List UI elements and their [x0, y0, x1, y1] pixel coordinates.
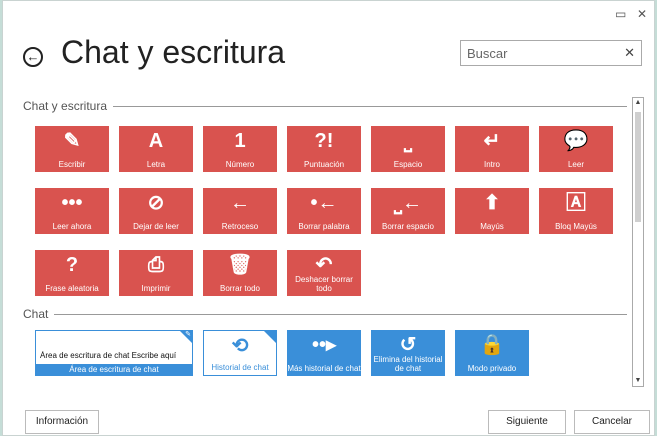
tile-label: Imprimir [141, 284, 171, 293]
backspace-arrow-icon: ← [230, 192, 250, 214]
more-history-icon: ••▸ [311, 334, 337, 356]
tile-label: Bloq Mayús [555, 222, 597, 231]
clear-search-icon[interactable]: ✕ [624, 45, 635, 61]
tile-history[interactable]: ⟲ Historial de chat [203, 330, 277, 376]
cancel-button[interactable]: Cancelar [574, 410, 650, 434]
tile-letter[interactable]: A Letra [119, 126, 193, 172]
tile-question[interactable]: ? Frase aleatoria [35, 250, 109, 296]
section-title: Chat [23, 307, 49, 321]
tile-printer[interactable]: ⎙ Imprimir [119, 250, 193, 296]
tile-delete-space[interactable]: ⎵← Borrar espacio [371, 188, 445, 234]
minimize-icon[interactable]: ▭ [615, 7, 626, 21]
tile-delete-history[interactable]: ↺ Elimina del historial de chat [371, 330, 445, 376]
tile-label: Intro [483, 160, 500, 169]
tile-undo-trash[interactable]: ↶ Deshacer borrar todo [287, 250, 361, 296]
tile-label: Letra [146, 160, 166, 169]
shift-icon: ⬆ [483, 192, 501, 214]
tile-number[interactable]: 1 Número [203, 126, 277, 172]
section-title: Chat y escritura [23, 99, 108, 113]
tile-label: Frase aleatoria [45, 284, 99, 293]
speech-bubble-icon: 💬 [563, 130, 589, 152]
question-icon: ? [65, 254, 79, 276]
scroll-thumb[interactable] [635, 112, 641, 222]
section-divider [113, 105, 627, 107]
tile-label: Borrar palabra [298, 222, 350, 231]
tile-label: Leer ahora [52, 222, 92, 231]
tile-trash[interactable]: 🗑 Borrar todo [203, 250, 277, 296]
tile-label: Borrar espacio [381, 222, 435, 231]
tile-enter[interactable]: ↵ Intro [455, 126, 529, 172]
settings-window: ▭ ✕ ← Chat y escritura ✕ Chat y escritur… [2, 0, 655, 436]
scroll-down-icon[interactable]: ▼ [633, 376, 643, 386]
printer-icon: ⎙ [148, 254, 164, 276]
tile-label: Puntuación [303, 160, 345, 169]
tile-label: Dejar de leer [133, 222, 179, 231]
tile-label: Área de escritura de chat [36, 364, 192, 375]
tile-label: Espacio [393, 160, 423, 169]
tile-stop-speech[interactable]: ⊘ Dejar de leer [119, 188, 193, 234]
trash-icon: 🗑 [227, 254, 253, 276]
tile-shift[interactable]: ⬆ Mayús [455, 188, 529, 234]
tile-label: Modo privado [467, 364, 517, 373]
tile-delete-word[interactable]: •← Borrar palabra [287, 188, 361, 234]
delete-word-icon: •← [310, 192, 338, 214]
tile-space[interactable]: ⎵ Espacio [371, 126, 445, 172]
pencil-icon: ✎ [185, 331, 191, 338]
tile-label: Deshacer borrar todo [295, 275, 353, 293]
number-icon: 1 [234, 130, 246, 152]
tile-speech-bubble[interactable]: 💬 Leer [539, 126, 613, 172]
tile-backspace-arrow[interactable]: ← Retroceso [203, 188, 277, 234]
speech-dots-icon: ••• [61, 192, 83, 214]
tile-label: Escribir [58, 160, 86, 169]
caps-lock-icon: 🄰 [566, 192, 586, 214]
close-window-icon[interactable]: ✕ [637, 7, 647, 21]
tile-corner [264, 331, 276, 343]
undo-trash-icon: ↶ [315, 254, 333, 276]
tile-punctuation[interactable]: ?! Puntuación [287, 126, 361, 172]
tile-label: Mayús [480, 222, 504, 231]
punctuation-icon: ?! [314, 130, 334, 152]
vertical-scrollbar[interactable]: ▲ ▼ [632, 97, 644, 387]
space-icon: ⎵ [404, 130, 412, 152]
chat-writing-area-content: Área de escritura de chat Escribe aquí [40, 351, 177, 360]
back-arrow-icon[interactable]: ← [23, 47, 43, 67]
scroll-up-icon[interactable]: ▲ [633, 98, 643, 108]
tile-label: Borrar todo [219, 284, 261, 293]
section-header: Chat [23, 307, 627, 321]
search-input[interactable] [467, 44, 617, 62]
next-button[interactable]: Siguiente [488, 410, 566, 434]
chat-writing-area-tile[interactable]: Área de escritura de chat Escribe aquí Á… [35, 330, 193, 376]
info-button[interactable]: Información [25, 410, 99, 434]
tiles-area: Chat y escritura ✎ Escribir A Letra 1 Número?… [23, 93, 629, 391]
delete-history-icon: ↺ [399, 334, 417, 356]
enter-icon: ↵ [483, 130, 501, 152]
tile-label: Leer [567, 160, 584, 169]
letter-icon: A [148, 130, 164, 152]
feather-icon: ✎ [63, 130, 81, 152]
tile-label: Más historial de chat [287, 364, 361, 373]
tile-label: Elimina del historial de chat [373, 355, 443, 373]
lock-icon: 🔒 [479, 334, 505, 356]
tile-lock[interactable]: 🔒 Modo privado [455, 330, 529, 376]
tile-speech-dots[interactable]: ••• Leer ahora [35, 188, 109, 234]
tile-label: Historial de chat [211, 363, 269, 372]
tile-caps-lock[interactable]: 🄰 Bloq Mayús [539, 188, 613, 234]
tile-label: Número [225, 160, 255, 169]
tile-more-history[interactable]: ••▸ Más historial de chat [287, 330, 361, 376]
tile-label: Retroceso [221, 222, 259, 231]
page-title: Chat y escritura [61, 34, 286, 70]
tile-feather[interactable]: ✎ Escribir [35, 126, 109, 172]
stop-speech-icon: ⊘ [147, 192, 165, 214]
section-header: Chat y escritura [23, 99, 627, 113]
section-divider [54, 313, 627, 315]
search-box[interactable]: ✕ [460, 40, 642, 66]
delete-space-icon: ⎵← [394, 192, 422, 214]
